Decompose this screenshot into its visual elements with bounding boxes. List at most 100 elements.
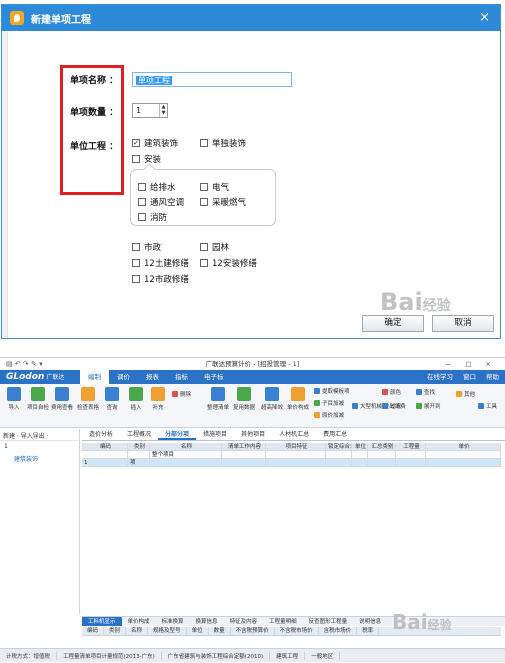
col-header[interactable]: 不含税预算价 — [231, 627, 275, 635]
tab-zhibiao[interactable]: 指标 — [167, 370, 196, 384]
quick-access-toolbar[interactable]: ▤ ↶ ↷ ✎ ▾ — [6, 358, 43, 370]
window-menu[interactable]: 窗口 — [463, 370, 476, 384]
delete-button[interactable]: 删除 — [172, 390, 191, 398]
tab-conversion-info[interactable]: 换算信息 — [190, 617, 224, 626]
checkbox-jianzhu[interactable]: ✓ 建筑装饰 — [132, 137, 178, 149]
tools-button[interactable]: 工具 — [478, 402, 497, 410]
close-icon[interactable]: × — [479, 10, 490, 25]
table-row[interactable]: 整个项目 — [82, 451, 501, 459]
organize-list-button[interactable]: 整理清单 — [206, 387, 230, 411]
filter-button[interactable]: 过滤 — [382, 402, 401, 410]
col-header[interactable]: 单位 — [187, 627, 209, 635]
checkbox-box[interactable] — [132, 259, 140, 267]
help-menu[interactable]: 帮助 — [486, 370, 499, 384]
tab-quantity-detail[interactable]: 工程量明细 — [263, 617, 303, 626]
checkbox-anzhuang12[interactable]: 12安装修缮 — [200, 257, 257, 269]
query-button[interactable]: 查询 — [100, 387, 124, 411]
checkbox-box[interactable] — [200, 183, 208, 191]
checkbox-box[interactable] — [200, 243, 208, 251]
checkbox-anzhuang[interactable]: 安装 — [132, 153, 161, 165]
checkbox-shizheng[interactable]: 市政 — [132, 241, 161, 253]
checkbox-box[interactable] — [200, 139, 208, 147]
name-input[interactable]: 单项工程 — [132, 72, 292, 87]
col-header[interactable]: 类别 — [104, 627, 127, 635]
fee-view-button[interactable]: 费用查看 — [50, 387, 74, 411]
tab-labor-machine-display[interactable]: 工料机显示 — [82, 617, 122, 626]
tab-bianzhi[interactable]: 编制 — [80, 370, 109, 384]
online-learning-link[interactable]: 在线学习 — [427, 370, 453, 384]
col-header[interactable]: 名称 — [150, 443, 222, 451]
table-row[interactable]: 1 项 — [82, 459, 501, 467]
checkbox-xiaofang[interactable]: 消防 — [138, 211, 167, 223]
checkbox-tujian12[interactable]: 12土建修缮 — [132, 257, 189, 269]
tab-other-items[interactable]: 其他项目 — [234, 429, 272, 440]
spin-buttons[interactable]: ▲ ▼ — [159, 104, 167, 117]
tab-sub-items[interactable]: 分部分项 — [158, 429, 197, 440]
other-button[interactable]: 其他 — [456, 390, 475, 398]
checkbox-box[interactable] — [138, 198, 146, 206]
col-header[interactable]: 工程量 — [396, 443, 426, 451]
color-button[interactable]: 颜色 — [382, 388, 401, 396]
tab-notes[interactable]: 说明信息 — [353, 617, 387, 626]
expand-to-button[interactable]: 展开到 — [416, 402, 441, 410]
checkbox-box[interactable] — [200, 198, 208, 206]
checkbox-box[interactable] — [132, 275, 140, 283]
tab-standard-conversion[interactable]: 标准换算 — [156, 617, 190, 626]
self-check-button[interactable]: 项目自检 — [26, 387, 50, 411]
find-button[interactable]: 查找 — [416, 388, 435, 396]
tab-tiaojia[interactable]: 调价 — [109, 370, 138, 384]
col-header[interactable]: 含税市场价 — [319, 627, 358, 635]
checkbox-cainuan[interactable]: 采暖燃气 — [200, 196, 246, 208]
checkbox-yuanlin[interactable]: 园林 — [200, 241, 229, 253]
tab-unit-price[interactable]: 单价构成 — [122, 617, 156, 626]
checkbox-geipaishui[interactable]: 给排水 — [138, 181, 176, 193]
tab-reverse-lookup[interactable]: 反查图形工程量 — [303, 617, 354, 626]
checkbox-box[interactable] — [132, 243, 140, 251]
tab-labor-material[interactable]: 人材机汇总 — [272, 429, 316, 440]
sub-adjust-button[interactable]: 子目加减 — [314, 399, 344, 407]
tab-project-overview[interactable]: 工程概况 — [120, 429, 158, 440]
checkbox-dianqi[interactable]: 电气 — [200, 181, 229, 193]
col-header[interactable]: 单位 — [352, 443, 368, 451]
col-header[interactable]: 清单工作内容 — [222, 443, 266, 451]
window-controls[interactable]: — □ × — [445, 358, 497, 370]
tab-fee-summary[interactable]: 费用汇总 — [316, 429, 354, 440]
checkbox-box[interactable] — [132, 155, 140, 163]
col-header[interactable]: 编码 — [82, 443, 128, 451]
supplement-button[interactable]: 补充 — [146, 387, 170, 411]
col-header[interactable]: 锁定综合单价 — [326, 443, 352, 451]
checkbox-shizheng12[interactable]: 12市政修缮 — [132, 273, 189, 285]
checkbox-box[interactable] — [200, 259, 208, 267]
col-header[interactable]: 类别 — [128, 443, 150, 451]
col-header[interactable]: 汇总类别 — [368, 443, 396, 451]
import-button[interactable]: 导入 — [2, 387, 26, 411]
check-table-button[interactable]: 检查表格 — [76, 387, 100, 411]
col-header[interactable]: 不含税市场价 — [275, 627, 319, 635]
tree-item-jianzhu[interactable]: 建筑装饰 — [0, 452, 79, 465]
checkbox-box[interactable] — [138, 213, 146, 221]
super-height-button[interactable]: 超高降效 — [260, 387, 284, 411]
checkbox-dandu[interactable]: 单独装饰 — [200, 137, 246, 149]
checkbox-tongfeng[interactable]: 通风空调 — [138, 196, 184, 208]
checkbox-box[interactable] — [138, 183, 146, 191]
col-header[interactable]: 编码 — [82, 627, 105, 635]
unit-price-button[interactable]: 单价构成 — [286, 387, 310, 411]
tab-dianzibiao[interactable]: 电子标 — [196, 370, 232, 384]
price-adjust-button[interactable]: 原价加减 — [314, 411, 344, 419]
col-header[interactable]: 项目特征 — [266, 443, 326, 451]
reuse-data-button[interactable]: 复用数据 — [232, 387, 256, 411]
col-header[interactable]: 税率 — [357, 627, 380, 635]
quantity-stepper[interactable]: 1 ▲ ▼ — [132, 103, 168, 118]
col-header[interactable]: 单价 — [426, 443, 501, 451]
tree-root[interactable]: 1 — [0, 441, 79, 452]
col-header[interactable]: 数量 — [209, 627, 231, 635]
col-header[interactable]: 名称 — [126, 627, 149, 635]
insert-button[interactable]: 插入 — [124, 387, 148, 411]
cancel-button[interactable]: 取消 — [432, 315, 494, 332]
template-item-button[interactable]: 提取模板项 — [314, 387, 350, 395]
tab-cost-analysis[interactable]: 造价分析 — [82, 429, 120, 440]
ok-button[interactable]: 确定 — [362, 315, 424, 332]
col-header[interactable]: 规格及型号 — [148, 627, 187, 635]
tab-features[interactable]: 特征及内容 — [224, 617, 264, 626]
spin-down-icon[interactable]: ▼ — [160, 110, 167, 116]
